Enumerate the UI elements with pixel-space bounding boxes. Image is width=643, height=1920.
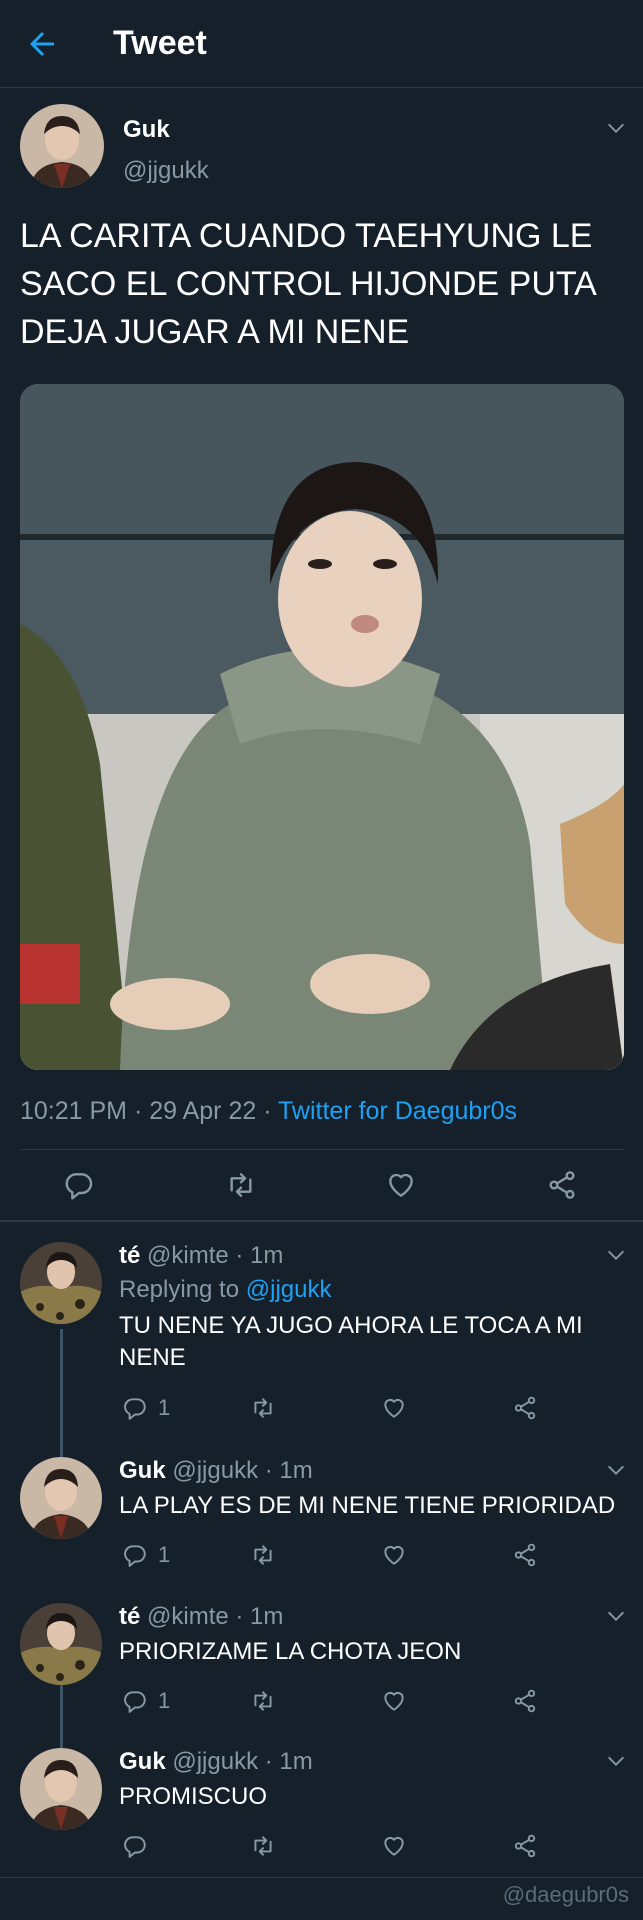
reply-time: 1m bbox=[250, 1242, 284, 1269]
meta-separator: · bbox=[256, 1097, 279, 1125]
reply-text: PRIORIZAME LA CHOTA JEON bbox=[119, 1638, 462, 1665]
reply-author-handle[interactable]: @jjgukk bbox=[172, 1748, 258, 1775]
replying-to: Replying to @jjgukk bbox=[119, 1276, 331, 1304]
reply-button[interactable] bbox=[122, 1832, 158, 1860]
reply-icon bbox=[124, 1545, 146, 1567]
reply-button[interactable]: 1 bbox=[122, 1394, 170, 1422]
chevron-down-icon[interactable] bbox=[605, 1459, 627, 1481]
reply-actions: 1 bbox=[119, 1394, 539, 1426]
reply-icon bbox=[124, 1836, 146, 1858]
share-icon bbox=[514, 1396, 536, 1420]
like-button[interactable] bbox=[381, 1832, 407, 1860]
like-button[interactable] bbox=[381, 1541, 407, 1569]
chevron-down-icon[interactable] bbox=[605, 117, 627, 139]
reply-header: té @kimte · 1m bbox=[119, 1603, 284, 1630]
share-icon bbox=[514, 1543, 536, 1567]
reply-count: 1 bbox=[158, 1395, 171, 1420]
share-button[interactable] bbox=[512, 1541, 538, 1569]
reply-text: LA PLAY ES DE MI NENE TIENE PRIORIDAD bbox=[119, 1492, 616, 1519]
reply-icon[interactable] bbox=[63, 1169, 95, 1201]
retweet-button[interactable] bbox=[250, 1832, 276, 1860]
avatar[interactable] bbox=[20, 1748, 102, 1830]
reply-header: té @kimte · 1m bbox=[119, 1242, 284, 1269]
reply-icon bbox=[124, 1398, 146, 1420]
tweet-actions bbox=[0, 1150, 643, 1220]
retweet-icon bbox=[254, 1545, 272, 1565]
divider bbox=[0, 1877, 643, 1878]
like-icon[interactable] bbox=[385, 1169, 417, 1201]
meta-separator: · bbox=[127, 1097, 150, 1125]
reply-tweet[interactable]: Guk @jjgukk · 1m PROMISCUO bbox=[0, 1728, 643, 1878]
chevron-down-icon[interactable] bbox=[605, 1244, 627, 1266]
reply-author-name[interactable]: té bbox=[119, 1242, 140, 1269]
tweet-image[interactable] bbox=[20, 384, 624, 1070]
retweet-button[interactable] bbox=[250, 1541, 276, 1569]
avatar[interactable] bbox=[20, 1242, 102, 1324]
reply-icon bbox=[124, 1691, 146, 1713]
reply-author-handle[interactable]: @kimte bbox=[147, 1242, 229, 1269]
share-button[interactable] bbox=[512, 1394, 538, 1422]
reply-count: 1 bbox=[158, 1542, 171, 1567]
reply-actions: 1 bbox=[119, 1687, 539, 1719]
like-icon bbox=[384, 1545, 404, 1565]
like-button[interactable] bbox=[381, 1687, 407, 1715]
share-button[interactable] bbox=[512, 1832, 538, 1860]
reply-header: Guk @jjgukk · 1m bbox=[119, 1457, 313, 1484]
reply-time: 1m bbox=[279, 1748, 313, 1775]
reply-text: TU NENE YA JUGO AHORA LE TOCA A MI NENE bbox=[119, 1312, 583, 1371]
reply-button[interactable]: 1 bbox=[122, 1687, 170, 1715]
watermark: @daegubr0s bbox=[502, 1882, 629, 1907]
tweet-time: 10:21 PM bbox=[20, 1097, 128, 1125]
avatar[interactable] bbox=[20, 104, 104, 188]
reply-author-handle[interactable]: @kimte bbox=[147, 1603, 229, 1630]
reply-author-name[interactable]: Guk bbox=[119, 1457, 166, 1484]
tweet-source[interactable]: Twitter for Daegubr0s bbox=[278, 1097, 517, 1125]
retweet-button[interactable] bbox=[250, 1394, 276, 1422]
reply-actions: 1 bbox=[119, 1541, 539, 1573]
reply-tweet[interactable]: té @kimte · 1m PRIORIZAME LA CHOTA JEON … bbox=[0, 1583, 643, 1723]
like-button[interactable] bbox=[381, 1394, 407, 1422]
avatar[interactable] bbox=[20, 1457, 102, 1539]
reply-author-name[interactable]: té bbox=[119, 1603, 140, 1630]
share-icon bbox=[514, 1689, 536, 1713]
reply-time: 1m bbox=[250, 1603, 284, 1630]
avatar[interactable] bbox=[20, 1603, 102, 1685]
like-icon bbox=[384, 1398, 404, 1418]
top-bar: Tweet bbox=[0, 0, 643, 88]
replying-to-label: Replying to bbox=[119, 1276, 240, 1303]
chevron-down-icon[interactable] bbox=[605, 1750, 627, 1772]
replying-to-link[interactable]: @jjgukk bbox=[246, 1276, 332, 1303]
share-icon[interactable] bbox=[546, 1169, 578, 1201]
chevron-down-icon[interactable] bbox=[605, 1605, 627, 1627]
arrow-left-icon[interactable] bbox=[24, 26, 60, 62]
tweet-text: LA CARITA CUANDO TAEHYUNG LE SACO EL CON… bbox=[20, 217, 595, 351]
retweet-icon bbox=[254, 1836, 272, 1856]
author-handle[interactable]: @jjgukk bbox=[123, 157, 209, 185]
retweet-icon[interactable] bbox=[225, 1169, 257, 1201]
reply-text: PROMISCUO bbox=[119, 1783, 268, 1810]
page-title: Tweet bbox=[113, 24, 207, 62]
like-icon bbox=[384, 1691, 404, 1711]
reply-header: Guk @jjgukk · 1m bbox=[119, 1748, 313, 1775]
reply-author-handle[interactable]: @jjgukk bbox=[172, 1457, 258, 1484]
author-name[interactable]: Guk bbox=[123, 116, 170, 144]
reply-count: 1 bbox=[158, 1688, 171, 1713]
share-icon bbox=[514, 1834, 536, 1858]
reply-tweet[interactable]: té @kimte · 1m Replying to @jjgukk TU NE… bbox=[0, 1222, 643, 1432]
retweet-icon bbox=[254, 1691, 272, 1711]
like-icon bbox=[384, 1836, 404, 1856]
reply-author-name[interactable]: Guk bbox=[119, 1748, 166, 1775]
reply-time: 1m bbox=[279, 1457, 313, 1484]
tweet-meta: 10:21 PM · 29 Apr 22 · Twitter for Daegu… bbox=[20, 1097, 517, 1126]
reply-actions bbox=[119, 1832, 539, 1864]
reply-button[interactable]: 1 bbox=[122, 1541, 170, 1569]
share-button[interactable] bbox=[512, 1687, 538, 1715]
retweet-button[interactable] bbox=[250, 1687, 276, 1715]
retweet-icon bbox=[254, 1398, 272, 1418]
reply-tweet[interactable]: Guk @jjgukk · 1m LA PLAY ES DE MI NENE T… bbox=[0, 1437, 643, 1577]
tweet-date: 29 Apr 22 bbox=[149, 1097, 257, 1125]
